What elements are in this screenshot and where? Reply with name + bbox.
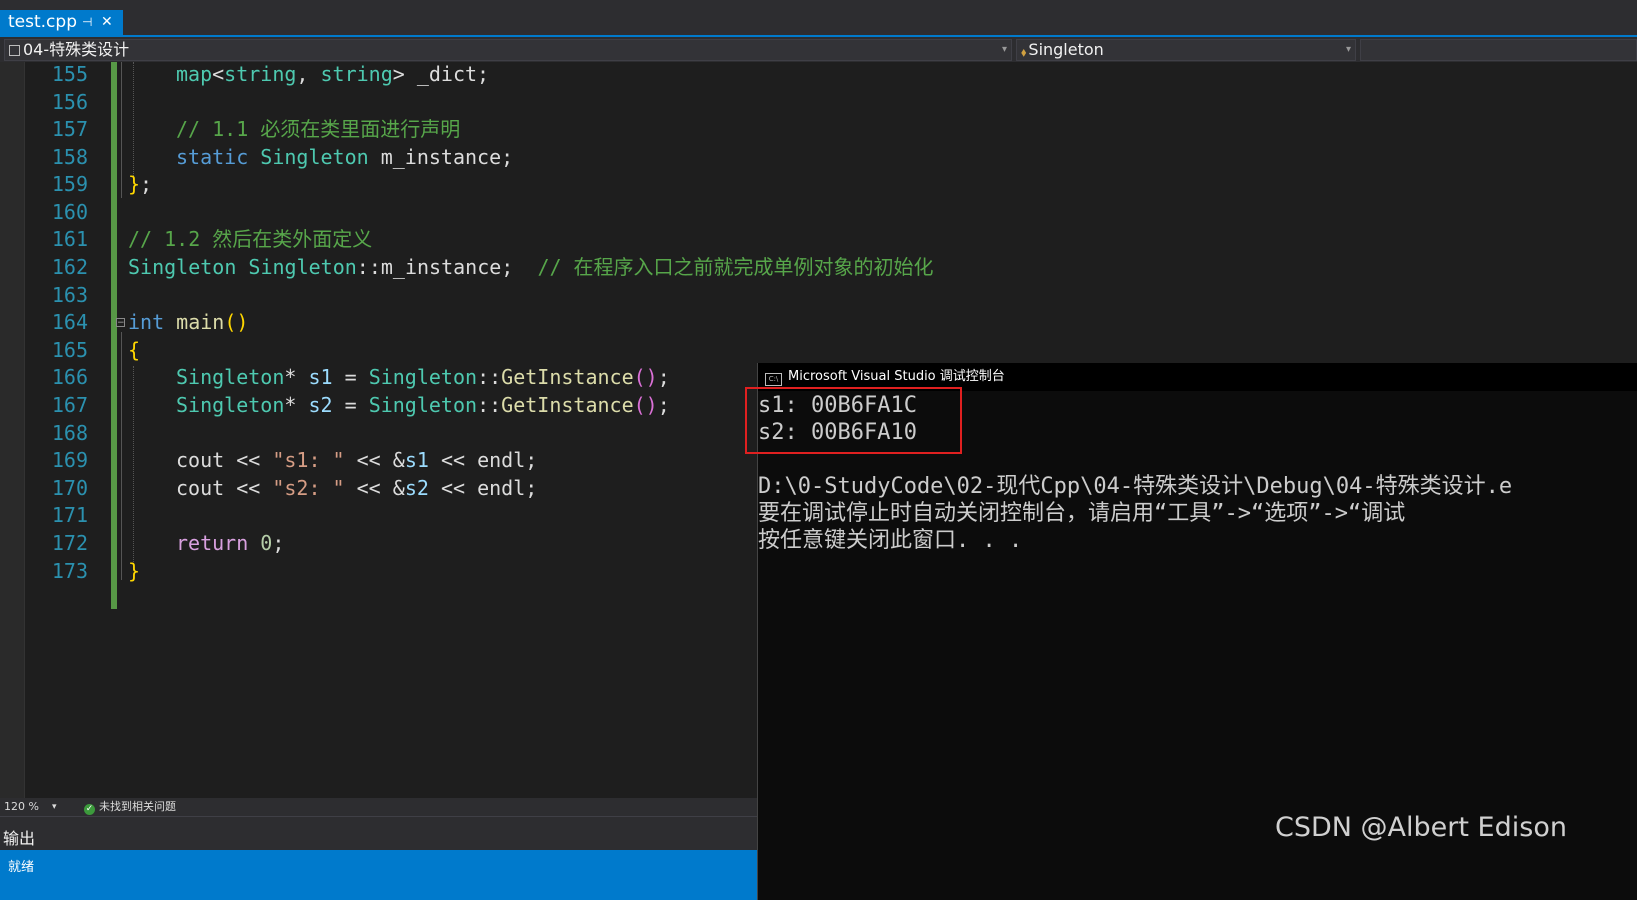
- code-line: 170 cout << "s2: " << &s2 << endl;: [0, 474, 790, 502]
- code-line: 157 // 1.1 必须在类里面进行声明: [0, 115, 790, 143]
- line-number: 167: [51, 393, 88, 417]
- code-text: Singleton Singleton::m_instance; // 在程序入…: [128, 255, 934, 279]
- scope-dropdown-label: Singleton: [1028, 40, 1104, 59]
- tab-test-cpp[interactable]: test.cpp ⊣ ✕: [0, 10, 123, 35]
- console-app-icon: C:\: [765, 373, 782, 386]
- code-text: map<string, string> _dict;: [176, 62, 490, 86]
- line-number: 166: [51, 365, 88, 389]
- code-line: 169 cout << "s1: " << &s1 << endl;: [0, 446, 790, 474]
- pin-icon[interactable]: ⊣: [82, 10, 92, 35]
- code-line: 166 Singleton* s1 = Singleton::GetInstan…: [0, 363, 790, 391]
- code-line: 171: [0, 501, 790, 529]
- code-text: }: [128, 559, 141, 583]
- zoom-level[interactable]: 120 %: [4, 798, 39, 816]
- console-line: D:\0-StudyCode\02-现代Cpp\04-特殊类设计\Debug\0…: [758, 474, 1513, 499]
- project-dropdown[interactable]: 04-特殊类设计 ▾: [4, 39, 1012, 61]
- chevron-down-icon: ▾: [1345, 44, 1351, 55]
- status-text: 就绪: [8, 860, 35, 875]
- line-number: 156: [51, 90, 88, 114]
- line-number: 163: [51, 283, 88, 307]
- output-panel-title[interactable]: 输出: [3, 825, 35, 849]
- close-icon[interactable]: ✕: [101, 10, 113, 35]
- line-number: 161: [51, 227, 88, 251]
- code-line: 161 // 1.2 然后在类外面定义: [0, 225, 790, 253]
- class-icon: ⬧: [1021, 45, 1027, 59]
- line-number: 159: [51, 172, 88, 196]
- code-text: int main(): [128, 310, 249, 334]
- line-number: 155: [51, 62, 88, 86]
- code-comment: // 1.2 然后在类外面定义: [128, 227, 373, 251]
- member-dropdown[interactable]: [1360, 39, 1637, 61]
- line-number: 165: [51, 338, 88, 362]
- project-icon: [9, 45, 20, 56]
- code-line: 163: [0, 281, 790, 309]
- line-number: 157: [51, 117, 88, 141]
- collapse-icon[interactable]: −: [116, 318, 125, 328]
- code-line: 168: [0, 419, 790, 447]
- code-text: {: [128, 338, 141, 362]
- check-circle-icon: ✓: [84, 804, 95, 815]
- code-line: 156: [0, 88, 790, 116]
- line-number: 173: [51, 559, 88, 583]
- code-line: 172 return 0;: [0, 529, 790, 557]
- document-tab-bar: test.cpp ⊣ ✕: [0, 0, 1637, 38]
- code-text: Singleton* s2 = Singleton::GetInstance()…: [176, 393, 670, 417]
- editor-status-strip: 120 % ▾ ✓ 未找到相关问题: [0, 798, 790, 816]
- line-number: 164: [51, 310, 88, 334]
- line-number: 162: [51, 255, 88, 279]
- console-line: 按任意键关闭此窗口. . .: [758, 528, 1023, 553]
- code-line: 158 static Singleton m_instance;: [0, 143, 790, 171]
- chevron-down-icon[interactable]: ▾: [52, 798, 57, 816]
- line-number: 160: [51, 200, 88, 224]
- line-number: 172: [51, 531, 88, 555]
- code-text: cout << "s2: " << &s2 << endl;: [176, 476, 538, 500]
- code-text: static Singleton m_instance;: [176, 145, 514, 169]
- code-line: 165 {: [0, 336, 790, 364]
- navigation-bar: 04-特殊类设计 ▾ ⬧ Singleton ▾: [0, 38, 1637, 62]
- line-number: 170: [51, 476, 88, 500]
- code-line: 155 map<string, string> _dict;: [0, 60, 790, 88]
- line-number: 158: [51, 145, 88, 169]
- code-line: 162 Singleton Singleton::m_instance; // …: [0, 253, 934, 281]
- code-line: 160: [0, 198, 790, 226]
- highlight-box: [745, 387, 962, 454]
- code-line: 159 };: [0, 170, 790, 198]
- line-number: 169: [51, 448, 88, 472]
- code-comment: // 1.1 必须在类里面进行声明: [176, 117, 461, 141]
- issues-indicator[interactable]: ✓ 未找到相关问题: [84, 798, 176, 816]
- console-title: Microsoft Visual Studio 调试控制台: [788, 369, 1005, 384]
- code-line: 167 Singleton* s2 = Singleton::GetInstan…: [0, 391, 790, 419]
- line-number: 168: [51, 421, 88, 445]
- code-text: };: [128, 172, 153, 196]
- issues-text: 未找到相关问题: [99, 800, 176, 813]
- tab-accent-line: [0, 35, 1637, 37]
- code-text: Singleton* s1 = Singleton::GetInstance()…: [176, 365, 670, 389]
- code-line: 173 }: [0, 557, 790, 585]
- line-number: 171: [51, 503, 88, 527]
- code-text: cout << "s1: " << &s1 << endl;: [176, 448, 538, 472]
- chevron-down-icon: ▾: [1001, 44, 1007, 55]
- scope-dropdown[interactable]: ⬧ Singleton ▾: [1016, 39, 1356, 61]
- tab-label: test.cpp: [8, 12, 77, 32]
- code-text: return 0;: [176, 531, 285, 555]
- watermark: CSDN @Albert Edison: [1275, 812, 1567, 843]
- project-dropdown-label: 04-特殊类设计: [23, 40, 130, 59]
- console-line: 要在调试停止时自动关闭控制台，请启用“工具”->“选项”->“调试: [758, 501, 1406, 526]
